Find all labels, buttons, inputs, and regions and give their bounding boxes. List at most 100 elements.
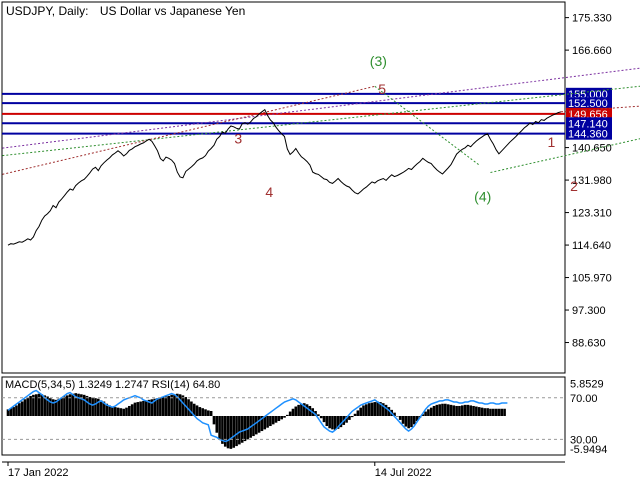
- macd-bar: [317, 414, 320, 416]
- macd-bar: [438, 404, 441, 416]
- macd-bar: [125, 407, 128, 416]
- macd-bar: [466, 404, 470, 416]
- macd-bar: [350, 416, 354, 418]
- macd-bar: [254, 416, 258, 435]
- macd-bar: [139, 401, 142, 416]
- main-pane-frame: [1, 1, 566, 374]
- macd-bar: [305, 404, 309, 416]
- macd-bar: [60, 397, 63, 416]
- macd-bar: [17, 403, 21, 416]
- trend-line-primary: [2, 85, 640, 157]
- macd-bar: [446, 404, 450, 416]
- macd-bar: [469, 405, 473, 416]
- macd-bar: [401, 416, 405, 424]
- macd-bar: [455, 405, 458, 416]
- macd-bar: [396, 416, 399, 417]
- macd-bar: [435, 404, 439, 416]
- macd-bar: [463, 404, 467, 416]
- indicator-title: MACD(5,34,5) 1.3249 1.2747 RSI(14) 64.80: [5, 379, 220, 391]
- macd-bar: [161, 397, 165, 416]
- macd-bar: [412, 416, 416, 425]
- macd-bar: [156, 398, 159, 416]
- macd-bar: [367, 403, 371, 416]
- macd-bar: [215, 416, 219, 433]
- price-tick-label: 114.640: [572, 240, 611, 252]
- macd-bar: [269, 416, 272, 427]
- macd-bar: [452, 405, 456, 416]
- wave-label: 1: [548, 134, 556, 150]
- macd-bar: [325, 416, 329, 427]
- trend-line-minor: [2, 85, 375, 175]
- macd-bar: [128, 405, 131, 416]
- macd-bar: [82, 394, 86, 416]
- macd-bar: [362, 405, 365, 416]
- macd-bar: [427, 409, 430, 416]
- macd-bar: [373, 402, 377, 416]
- macd-bar: [333, 416, 337, 430]
- macd-bar: [365, 404, 368, 416]
- price-tick-label: 88.630: [572, 338, 606, 350]
- macd-tick-label: 5.8529: [570, 378, 604, 390]
- macd-tick-label: -5.9494: [570, 444, 607, 456]
- macd-bar: [322, 416, 326, 423]
- macd-bar: [243, 416, 247, 442]
- macd-bar: [159, 397, 162, 416]
- macd-bar: [71, 393, 75, 416]
- rsi-tick-label: 70.00: [570, 393, 598, 405]
- macd-bar: [384, 404, 388, 416]
- macd-bar: [489, 408, 492, 416]
- macd-bar: [331, 416, 334, 430]
- level-label: 144.360: [568, 129, 608, 141]
- macd-bar: [458, 405, 461, 416]
- price-tick-label: 175.330: [572, 13, 612, 25]
- macd-bar: [91, 397, 94, 416]
- macd-bar: [204, 409, 207, 416]
- macd-bar: [407, 416, 410, 429]
- macd-bar: [441, 403, 444, 416]
- macd-bar: [480, 407, 484, 416]
- macd-bar: [23, 399, 27, 416]
- macd-bar: [122, 408, 125, 416]
- price-tick-label: 97.300: [572, 305, 606, 317]
- macd-bar: [51, 399, 55, 416]
- macd-bar: [294, 406, 298, 416]
- macd-bar: [167, 395, 171, 416]
- price-tick-label: 123.310: [572, 208, 612, 220]
- macd-bar: [229, 416, 233, 449]
- time-tick-label: 17 Jan 2022: [8, 467, 69, 479]
- wave-label: 4: [265, 184, 273, 200]
- macd-bar: [497, 408, 501, 416]
- macd-bar: [424, 411, 427, 416]
- wave-label: (4): [474, 189, 491, 205]
- macd-bar: [133, 402, 137, 416]
- macd-bar: [116, 407, 120, 416]
- macd-bar: [94, 398, 97, 416]
- wave-label: 2: [570, 178, 578, 194]
- macd-bar: [142, 400, 145, 416]
- macd-bar: [201, 408, 204, 416]
- macd-bar: [207, 410, 210, 416]
- macd-bar: [34, 394, 38, 416]
- macd-bar: [257, 416, 261, 433]
- macd-bar: [144, 400, 148, 416]
- macd-bar: [432, 405, 436, 416]
- macd-bar: [503, 408, 506, 416]
- wave-label: (3): [370, 53, 387, 69]
- macd-bar: [404, 416, 408, 427]
- price-series-line: [7, 108, 562, 246]
- macd-bar: [274, 416, 278, 423]
- macd-bar: [353, 413, 357, 416]
- macd-bar: [429, 407, 433, 416]
- macd-bar: [20, 401, 24, 416]
- macd-bar: [136, 402, 140, 416]
- macd-bar: [410, 416, 413, 428]
- macd-bar: [356, 410, 360, 416]
- macd-bar: [444, 403, 447, 416]
- macd-bar: [181, 395, 185, 416]
- macd-bar: [26, 397, 30, 416]
- macd-bar: [209, 410, 213, 416]
- macd-bar: [240, 416, 244, 443]
- macd-bar: [500, 408, 504, 416]
- macd-bar: [491, 408, 495, 416]
- macd-bar: [113, 407, 117, 416]
